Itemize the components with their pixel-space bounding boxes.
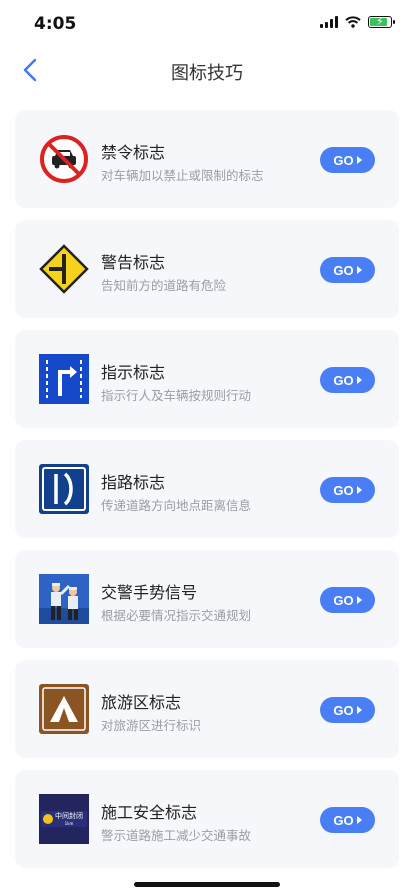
category-card-indication[interactable]: 指示标志 指示行人及车辆按规则行动 GO	[15, 330, 399, 428]
play-arrow-icon	[356, 376, 362, 384]
card-title: 禁令标志	[101, 143, 166, 162]
go-button[interactable]: GO	[320, 257, 375, 283]
wifi-icon	[345, 16, 361, 28]
card-desc: 传递道路方向地点距离信息	[101, 498, 252, 513]
go-button[interactable]: GO	[320, 587, 375, 613]
no-cars-sign-icon	[40, 135, 88, 183]
battery-charging-icon: ⚡	[368, 15, 395, 28]
status-icons: ⚡	[320, 15, 395, 28]
category-card-construction[interactable]: 中间封闭 1km 施工安全标志 警示道路施工减少交通事故 GO	[15, 770, 399, 868]
lane-turn-right-sign-icon	[39, 354, 89, 404]
home-indicator[interactable]	[134, 882, 280, 887]
category-card-warning[interactable]: 警告标志 告知前方的道路有危险 GO	[15, 220, 399, 318]
category-card-tourism[interactable]: 旅游区标志 对旅游区进行标识 GO	[15, 660, 399, 758]
play-arrow-icon	[356, 486, 362, 494]
card-desc: 对旅游区进行标识	[101, 718, 202, 733]
road-guide-sign-icon	[39, 464, 89, 514]
category-card-prohibition[interactable]: 禁令标志 对车辆加以禁止或限制的标志 GO	[15, 110, 399, 208]
t-junction-warning-sign-icon	[39, 244, 89, 294]
road-closure-sign-icon: 中间封闭 1km	[39, 794, 89, 844]
category-list: 禁令标志 对车辆加以禁止或限制的标志 GO 警告标志 告知前方的道路有危险 GO…	[15, 110, 399, 880]
go-button[interactable]: GO	[320, 807, 375, 833]
category-card-police-gesture[interactable]: 交警手势信号 根据必要情况指示交通规划 GO	[15, 550, 399, 648]
card-desc: 根据必要情况指示交通规划	[101, 608, 252, 623]
card-desc: 警示道路施工减少交通事故	[101, 828, 252, 843]
card-desc: 对车辆加以禁止或限制的标志	[101, 168, 264, 183]
go-button[interactable]: GO	[320, 367, 375, 393]
closure-sign-distance: 1km	[65, 821, 74, 826]
nav-bar: 图标技巧	[0, 48, 414, 92]
play-arrow-icon	[356, 816, 362, 824]
play-arrow-icon	[356, 706, 362, 714]
go-button[interactable]: GO	[320, 147, 375, 173]
closure-sign-text: 中间封闭	[55, 811, 83, 820]
play-arrow-icon	[356, 596, 362, 604]
card-desc: 告知前方的道路有危险	[101, 278, 227, 293]
card-title: 指示标志	[101, 363, 166, 382]
go-button[interactable]: GO	[320, 697, 375, 723]
play-arrow-icon	[356, 266, 362, 274]
traffic-police-gesture-icon	[39, 574, 89, 624]
card-desc: 指示行人及车辆按规则行动	[101, 388, 252, 403]
card-title: 警告标志	[101, 253, 166, 272]
status-time: 4:05	[34, 14, 77, 34]
card-title: 指路标志	[101, 473, 166, 492]
go-button[interactable]: GO	[320, 477, 375, 503]
cellular-signal-icon	[320, 16, 338, 28]
page-title: 图标技巧	[171, 63, 243, 84]
card-title: 交警手势信号	[101, 583, 198, 602]
card-title: 旅游区标志	[101, 693, 182, 712]
category-card-guide[interactable]: 指路标志 传递道路方向地点距离信息 GO	[15, 440, 399, 538]
status-bar: 4:05 ⚡	[0, 0, 414, 48]
camping-tent-sign-icon	[39, 684, 89, 734]
play-arrow-icon	[356, 156, 362, 164]
card-title: 施工安全标志	[101, 803, 198, 822]
